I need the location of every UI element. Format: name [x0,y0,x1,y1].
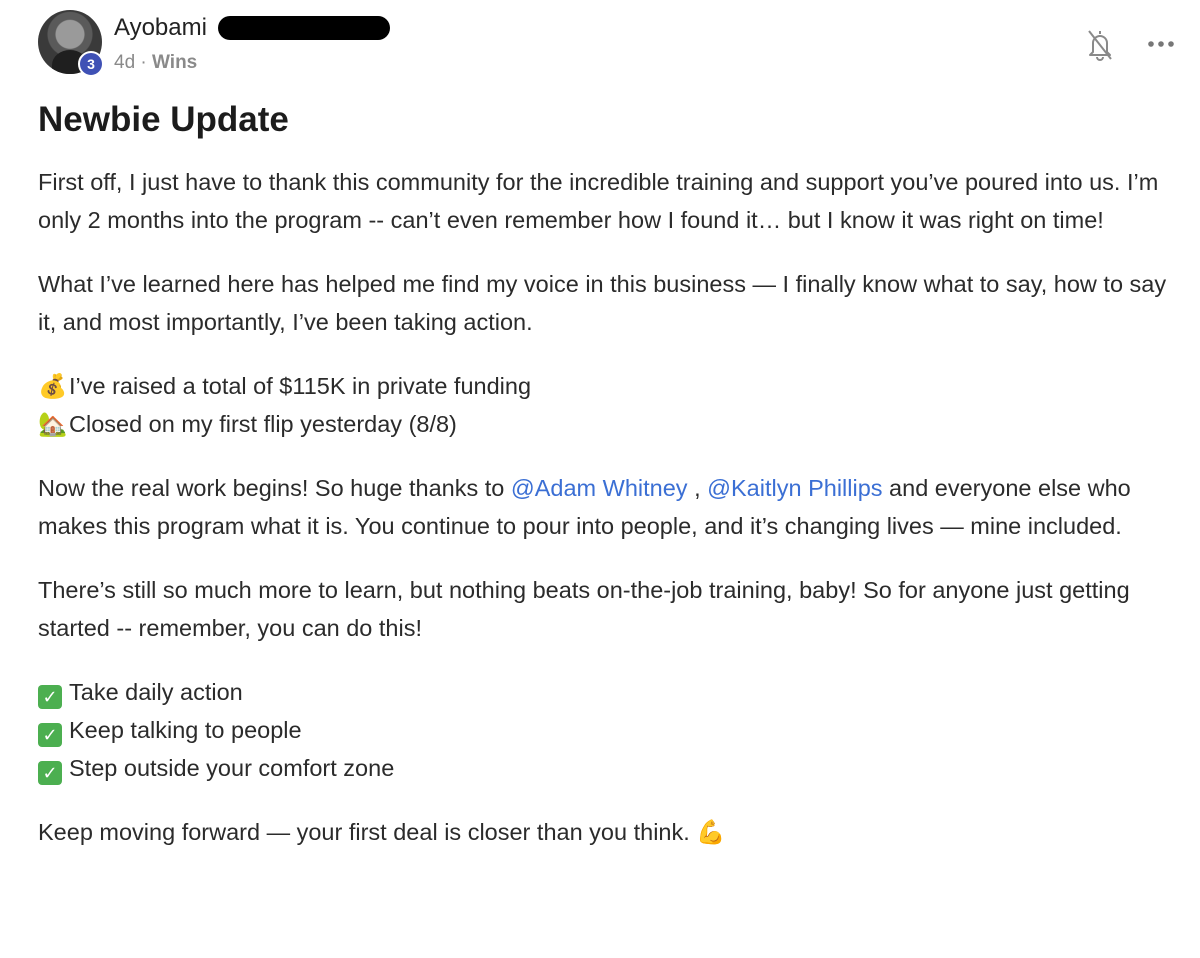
check-mark-icon: ✓ [38,723,62,747]
house-icon: 🏡 [38,411,68,437]
paragraph-thanks: Now the real work begins! So huge thanks… [38,469,1183,545]
level-badge: 3 [78,51,104,77]
redacted-surname [218,16,390,40]
achievement-funding: 💰I’ve raised a total of $115K in private… [38,367,1183,405]
bell-off-icon[interactable] [1085,28,1115,62]
checklist-item-text: Keep talking to people [69,717,302,743]
thanks-text: Now the real work begins! So huge thanks… [38,475,511,501]
achievement-text: Closed on my first flip yesterday (8/8) [69,411,457,437]
achievement-flip: 🏡Closed on my first flip yesterday (8/8) [38,405,1183,443]
checklist-item: ✓ Step outside your comfort zone [38,749,1183,787]
post-card: 3 Ayobami 4d · Wins Newbie Update First … [0,0,1200,958]
checklist-item: ✓ Keep talking to people [38,711,1183,749]
achievements-list: 💰I’ve raised a total of $115K in private… [38,367,1183,443]
checklist-item: ✓ Take daily action [38,673,1183,711]
check-mark-icon: ✓ [38,761,62,785]
post-meta: 4d · Wins [114,52,197,74]
post-title: Newbie Update [38,100,289,139]
thanks-separator: , [687,475,708,501]
post-body: First off, I just have to thank this com… [38,163,1183,877]
mention-kaitlyn-phillips[interactable]: @Kaitlyn Phillips [707,475,882,501]
checklist: ✓ Take daily action ✓ Keep talking to peop… [38,673,1183,787]
checklist-item-text: Step outside your comfort zone [69,755,395,781]
paragraph-closing: Keep moving forward — your first deal is… [38,813,1183,851]
money-bag-icon: 💰 [38,373,68,399]
mention-adam-whitney[interactable]: @Adam Whitney [511,475,688,501]
more-options-icon[interactable] [1146,36,1176,52]
flexed-biceps-icon: 💪 [696,819,726,845]
achievement-text: I’ve raised a total of $115K in private … [69,373,532,399]
paragraph-voice: What I’ve learned here has helped me fin… [38,271,1167,335]
paragraph-intro: First off, I just have to thank this com… [38,169,1159,233]
closing-text: Keep moving forward — your first deal is… [38,819,690,845]
paragraph-encouragement: There’s still so much more to learn, but… [38,577,1130,641]
meta-separator: · [140,52,147,73]
author-name[interactable]: Ayobami [114,14,207,42]
post-time: 4d [114,52,136,73]
checklist-item-text: Take daily action [69,679,243,705]
check-mark-icon: ✓ [38,685,62,709]
post-category[interactable]: Wins [152,52,197,73]
